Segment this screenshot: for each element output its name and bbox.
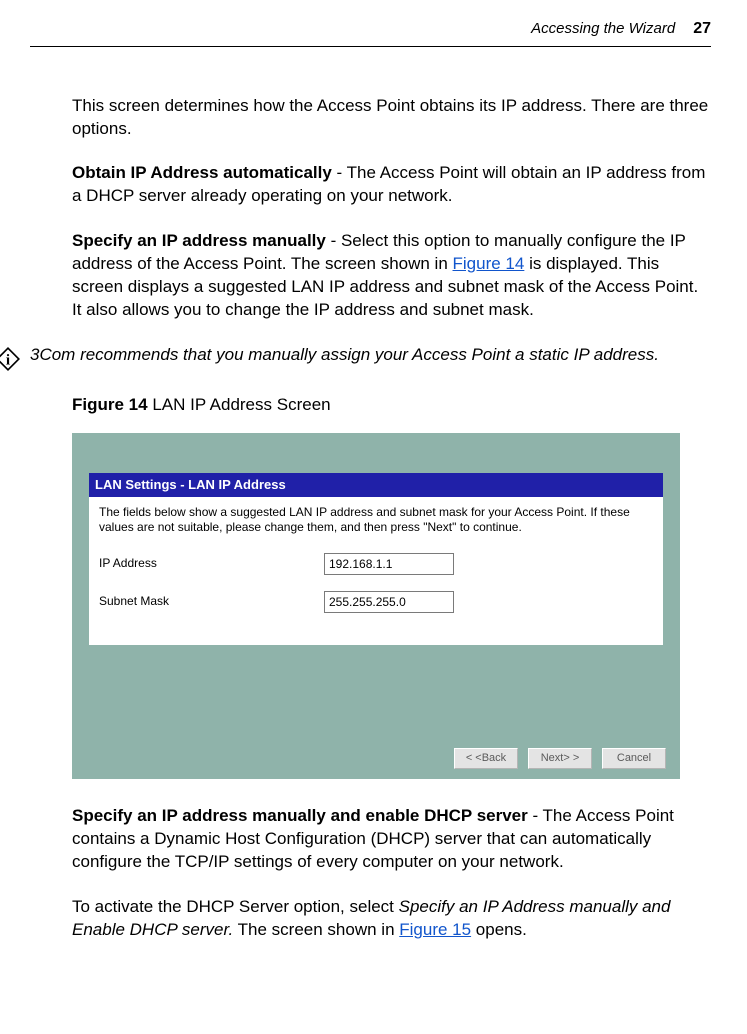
- option-1-paragraph: Obtain IP Address automatically - The Ac…: [72, 162, 711, 208]
- page-number: 27: [693, 18, 711, 40]
- subnet-mask-input[interactable]: [324, 591, 454, 613]
- dialog-titlebar: LAN Settings - LAN IP Address: [89, 473, 663, 497]
- figure-14-title: LAN IP Address Screen: [148, 395, 331, 414]
- page-header: Accessing the Wizard 27: [30, 18, 711, 47]
- option-1-title: Obtain IP Address automatically: [72, 163, 332, 182]
- subnet-mask-row: Subnet Mask: [99, 591, 653, 613]
- next-button[interactable]: Next> >: [528, 748, 592, 769]
- option-3-paragraph: Specify an IP address manually and enabl…: [72, 805, 711, 874]
- lan-settings-dialog: LAN Settings - LAN IP Address The fields…: [89, 473, 663, 645]
- figure-15-link[interactable]: Figure 15: [399, 920, 471, 939]
- back-button[interactable]: < <Back: [454, 748, 518, 769]
- svg-text:i: i: [6, 352, 10, 369]
- activate-mid: The screen shown in: [233, 920, 399, 939]
- intro-paragraph: This screen determines how the Access Po…: [72, 95, 711, 141]
- option-3-title: Specify an IP address manually and enabl…: [72, 806, 528, 825]
- subnet-mask-label: Subnet Mask: [99, 593, 324, 609]
- figure-14-link[interactable]: Figure 14: [453, 254, 525, 273]
- ip-address-label: IP Address: [99, 555, 324, 571]
- ip-address-row: IP Address: [99, 553, 653, 575]
- info-icon: i: [0, 346, 21, 372]
- activate-post: opens.: [471, 920, 527, 939]
- figure-14-number: Figure 14: [72, 395, 148, 414]
- ip-address-input[interactable]: [324, 553, 454, 575]
- activate-paragraph: To activate the DHCP Server option, sele…: [72, 896, 711, 942]
- option-2-paragraph: Specify an IP address manually - Select …: [72, 230, 711, 322]
- section-title: Accessing the Wizard: [531, 19, 675, 39]
- cancel-button[interactable]: Cancel: [602, 748, 666, 769]
- activate-pre: To activate the DHCP Server option, sele…: [72, 897, 399, 916]
- figure-14-screenshot: LAN Settings - LAN IP Address The fields…: [72, 433, 680, 779]
- dialog-instructions: The fields below show a suggested LAN IP…: [99, 505, 653, 535]
- option-2-title: Specify an IP address manually: [72, 231, 326, 250]
- recommendation-note: 3Com recommends that you manually assign…: [30, 344, 659, 367]
- figure-14-caption: Figure 14 LAN IP Address Screen: [72, 394, 711, 417]
